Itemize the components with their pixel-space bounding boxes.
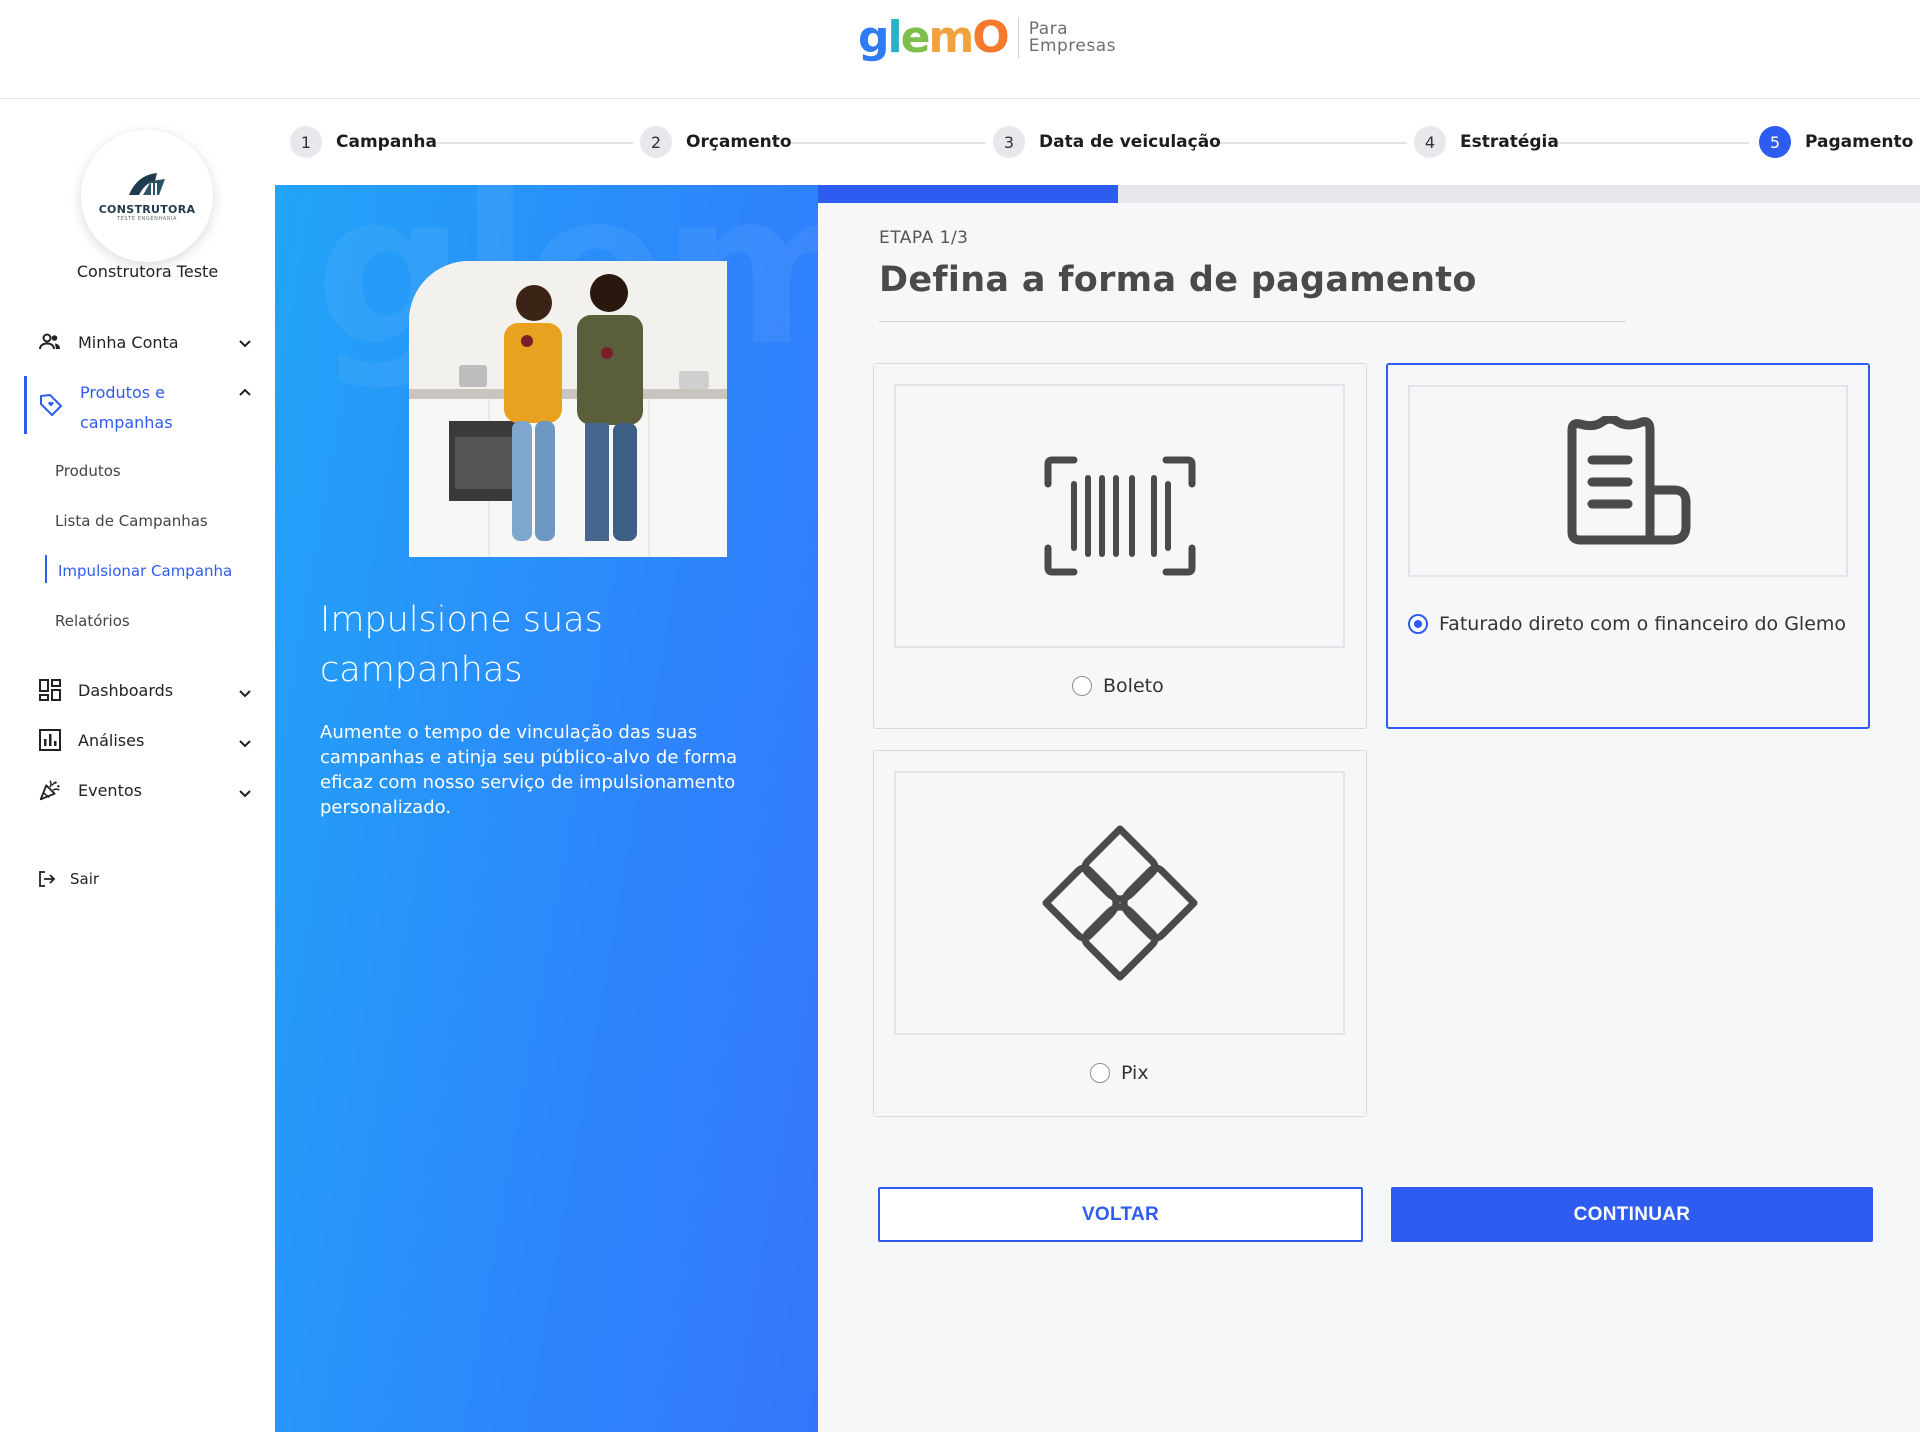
glemo-logo[interactable]: glemO Para Empresas — [858, 8, 1116, 68]
company-name: Construtora Teste — [76, 262, 219, 281]
step-number: 2 — [640, 126, 672, 158]
sidebar-item-produtos-e-campanhas[interactable]: Produtos e campanhas — [80, 378, 220, 438]
couple-illustration — [409, 261, 727, 557]
sidebar-item-label: Minha Conta — [78, 332, 179, 352]
step-indicator: ETAPA 1/3 — [879, 228, 969, 248]
progress-bar — [818, 185, 1920, 203]
logo-divider — [1017, 18, 1019, 58]
pix-radio-option[interactable]: Pix — [1090, 1062, 1149, 1084]
tag-icon — [38, 392, 62, 416]
chevron-down-icon[interactable] — [236, 734, 254, 752]
company-avatar: CONSTRUTORA TESTE ENGENHARIA — [81, 130, 213, 262]
boleto-radio-option[interactable]: Boleto — [1072, 675, 1164, 697]
step-orcamento[interactable]: 2 Orçamento — [640, 126, 792, 158]
chevron-down-icon[interactable] — [236, 784, 254, 802]
step-label: Campanha — [336, 132, 437, 152]
subitem-active-indicator — [45, 555, 47, 583]
payment-option-faturado[interactable]: Faturado direto com o financeiro do Glem… — [1386, 363, 1870, 729]
page-title: Defina a forma de pagamento — [879, 260, 1477, 300]
progress-bar-fill — [818, 185, 1118, 203]
step-connector — [790, 142, 986, 144]
radio-button[interactable] — [1072, 676, 1092, 696]
sidebar-subitem-impulsionar-campanha[interactable]: Impulsionar Campanha — [58, 562, 232, 580]
company-logo-icon — [129, 172, 165, 195]
continue-button[interactable]: CONTINUAR — [1391, 1187, 1873, 1242]
radio-button-selected[interactable] — [1408, 614, 1428, 634]
dashboard-icon — [38, 678, 62, 702]
sidebar-item-label: Análises — [78, 730, 145, 750]
logout-button[interactable]: Sair — [38, 870, 99, 888]
step-label: Estratégia — [1460, 132, 1559, 152]
promo-title: Impulsione suas campanhas — [320, 600, 603, 690]
promo-panel: glemO I — [275, 185, 818, 1432]
step-number: 4 — [1414, 126, 1446, 158]
pix-icon — [1042, 825, 1197, 981]
step-estrategia[interactable]: 4 Estratégia — [1414, 126, 1559, 158]
step-data-de-veiculacao[interactable]: 3 Data de veiculação — [993, 126, 1221, 158]
company-logo-text: CONSTRUTORA — [98, 202, 196, 216]
progress-stepper: 1 Campanha 2 Orçamento 3 Data de veicula… — [275, 100, 1920, 185]
chevron-down-icon[interactable] — [236, 334, 254, 352]
radio-button[interactable] — [1090, 1063, 1110, 1083]
payment-option-label: Boleto — [1103, 675, 1164, 697]
sidebar-item-dashboards[interactable]: Dashboards — [38, 678, 173, 702]
party-icon — [38, 778, 62, 802]
top-header: glemO Para Empresas — [0, 0, 1920, 99]
chevron-up-icon[interactable] — [236, 384, 254, 402]
sidebar-item-minha-conta[interactable]: Minha Conta — [38, 330, 179, 354]
step-label: Data de veiculação — [1039, 132, 1221, 152]
invoice-icon — [1567, 416, 1691, 545]
main-content: ETAPA 1/3 Defina a forma de pagamento Bo… — [818, 185, 1920, 1432]
payment-option-boleto[interactable]: Boleto — [873, 363, 1367, 729]
sidebar: CONSTRUTORA TESTE ENGENHARIA Construtora… — [0, 100, 275, 1432]
payment-option-illustration — [1408, 385, 1848, 577]
back-button[interactable]: VOLTAR — [878, 1187, 1363, 1242]
step-connector — [1556, 142, 1749, 144]
chart-icon — [38, 728, 62, 752]
step-pagamento[interactable]: 5 Pagamento — [1759, 126, 1913, 158]
logo-subtitle-line2: Empresas — [1028, 36, 1117, 56]
sidebar-subitem-relatorios[interactable]: Relatórios — [55, 612, 130, 630]
promo-photo — [409, 261, 727, 557]
logo-subtitle: Para Empresas — [1029, 21, 1116, 55]
logo-wordmark: glemO — [858, 12, 1010, 63]
logout-label: Sair — [70, 870, 100, 888]
chevron-down-icon[interactable] — [236, 684, 254, 702]
payment-option-label: Pix — [1121, 1062, 1149, 1084]
step-label: Orçamento — [686, 132, 792, 152]
payment-option-label: Faturado direto com o financeiro do Glem… — [1439, 613, 1847, 635]
step-label: Pagamento — [1805, 132, 1914, 152]
sidebar-item-label: Dashboards — [78, 680, 174, 700]
logout-icon — [38, 870, 56, 888]
users-icon — [38, 330, 62, 354]
active-indicator — [24, 376, 27, 434]
step-campanha[interactable]: 1 Campanha — [290, 126, 437, 158]
step-number: 3 — [993, 126, 1025, 158]
step-connector — [1212, 142, 1407, 144]
step-connector — [437, 142, 633, 144]
sidebar-subitem-produtos[interactable]: Produtos — [55, 462, 121, 480]
sidebar-item-eventos[interactable]: Eventos — [38, 778, 142, 802]
payment-option-illustration — [894, 384, 1345, 648]
faturado-radio-option[interactable]: Faturado direto com o financeiro do Glem… — [1408, 613, 1846, 635]
payment-option-illustration — [894, 771, 1345, 1035]
sidebar-subitem-lista-de-campanhas[interactable]: Lista de Campanhas — [55, 512, 208, 530]
barcode-icon — [1044, 456, 1195, 576]
sidebar-item-analises[interactable]: Análises — [38, 728, 144, 752]
company-logo-tag: TESTE ENGENHARIA — [116, 215, 177, 222]
promo-description: Aumente o tempo de vinculação das suas c… — [320, 722, 738, 818]
step-number-active: 5 — [1759, 126, 1791, 158]
sidebar-item-label: Eventos — [78, 780, 142, 800]
payment-option-pix[interactable]: Pix — [873, 750, 1367, 1117]
step-number: 1 — [290, 126, 322, 158]
title-divider — [879, 321, 1626, 322]
